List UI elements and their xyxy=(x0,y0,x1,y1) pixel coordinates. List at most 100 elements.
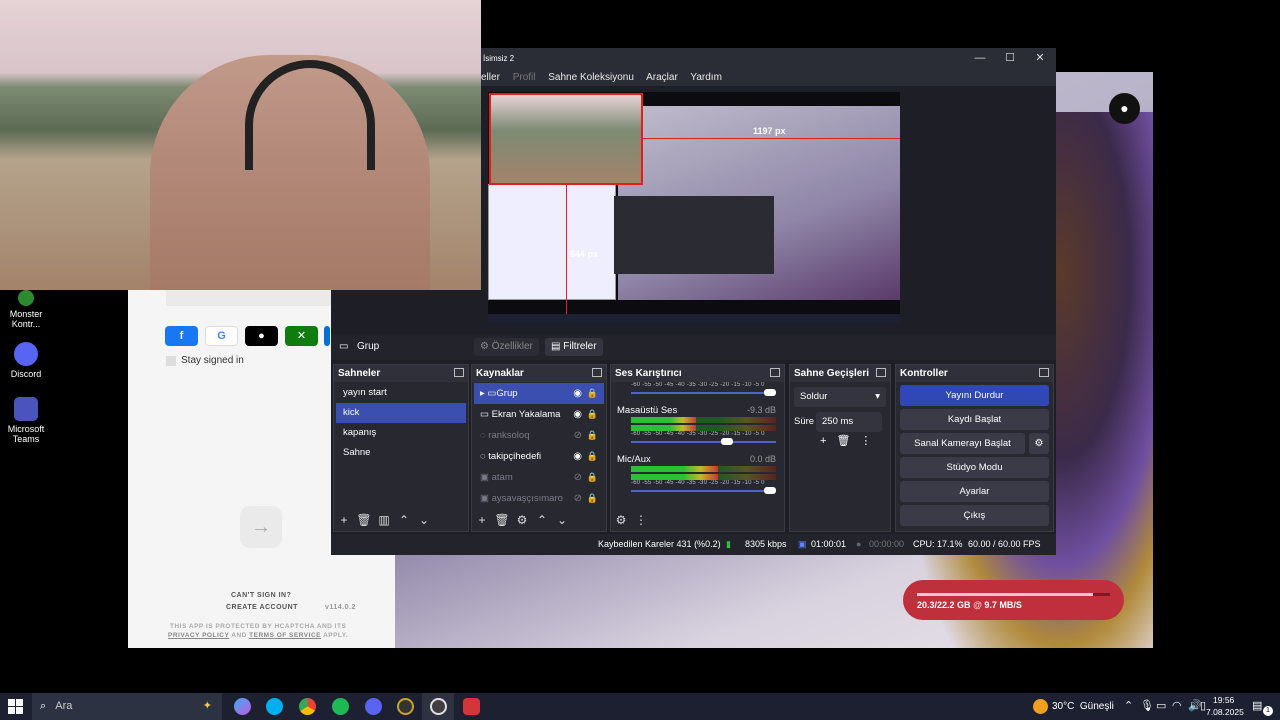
taskbar-search[interactable]: ⌕ Ara ✦ xyxy=(32,693,222,720)
properties-button[interactable]: ⚙ Özellikler xyxy=(474,338,539,356)
lock-icon[interactable]: 🔒 xyxy=(587,488,598,509)
lock-icon[interactable]: 🔒 xyxy=(587,425,598,446)
source-item[interactable]: ▣ aysavaşçısımaro ⊘ 🔒 xyxy=(474,488,604,509)
source-item[interactable]: ◌ takipçihedefi ◉ 🔒 xyxy=(474,446,604,467)
stay-signed-in-checkbox[interactable] xyxy=(166,356,176,366)
undock-icon[interactable] xyxy=(1039,368,1049,377)
volume-slider[interactable] xyxy=(631,388,776,398)
scene-item[interactable]: Sahne xyxy=(336,443,466,463)
duration-input[interactable]: 250 ms xyxy=(816,412,882,432)
create-account-link[interactable]: CREATE ACCOUNT xyxy=(226,604,298,611)
desktop-icon-monster[interactable]: Monster Kontr... xyxy=(4,290,48,329)
menu-item-scene-collection[interactable]: Sahne Koleksiyonu xyxy=(548,72,634,83)
app-icon[interactable] xyxy=(397,698,414,715)
lock-icon[interactable]: 🔒 xyxy=(587,383,598,404)
desktop-icon-discord[interactable]: Discord xyxy=(4,342,48,379)
move-down-icon[interactable]: ⌄ xyxy=(552,509,572,531)
preview-canvas[interactable]: 1197 px 644 px xyxy=(488,92,900,323)
undock-icon[interactable] xyxy=(454,368,464,377)
xbox-signin-button[interactable]: ✕ xyxy=(285,326,318,346)
volume-slider[interactable] xyxy=(631,486,776,496)
virtual-camera-settings-icon[interactable]: ⚙ xyxy=(1029,433,1049,454)
volume-knob[interactable] xyxy=(764,487,776,494)
trash-icon[interactable]: 🗑 xyxy=(354,509,374,531)
username-field[interactable] xyxy=(166,290,331,306)
menu-item-edit[interactable]: eller xyxy=(481,72,500,83)
source-item[interactable]: ▸ ▭Grup ◉ 🔒 xyxy=(474,383,604,404)
move-down-icon[interactable]: ⌄ xyxy=(414,509,434,531)
volume-knob[interactable] xyxy=(764,389,776,396)
lock-icon[interactable]: 🔒 xyxy=(587,467,598,488)
stop-streaming-button[interactable]: Yayını Durdur xyxy=(900,385,1049,406)
close-icon[interactable]: ✕ xyxy=(1025,48,1055,69)
riot-client-icon[interactable] xyxy=(463,698,480,715)
maximize-icon[interactable]: ☐ xyxy=(995,48,1025,69)
profile-icon[interactable]: ● xyxy=(1109,93,1140,124)
start-button[interactable] xyxy=(8,699,23,714)
scene-item[interactable]: kapanış xyxy=(336,423,466,443)
terms-link[interactable]: TERMS OF SERVICE xyxy=(249,632,321,639)
facebook-signin-button[interactable]: f xyxy=(165,326,198,346)
source-item[interactable]: ▣ atam ⊘ 🔒 xyxy=(474,467,604,488)
filters-button[interactable]: ▤ Filtreler xyxy=(545,338,603,356)
notification-icon[interactable]: ▤ xyxy=(1252,699,1262,712)
chrome-icon[interactable] xyxy=(299,698,316,715)
hidden-icon[interactable]: ⊘ xyxy=(574,488,582,509)
advanced-audio-icon[interactable]: ⚙ xyxy=(611,509,631,531)
source-item[interactable]: ◌ ranksoloq ⊘ 🔒 xyxy=(474,425,604,446)
trash-icon[interactable]: 🗑 xyxy=(492,509,512,531)
hidden-icon[interactable]: ⊘ xyxy=(574,467,582,488)
tray-chevron-icon[interactable]: ⌃ xyxy=(1124,699,1133,712)
privacy-policy-link[interactable]: PRIVACY POLICY xyxy=(168,632,229,639)
add-icon[interactable]: + xyxy=(334,509,354,531)
start-recording-button[interactable]: Kaydı Başlat xyxy=(900,409,1049,430)
hidden-icon[interactable]: ⊘ xyxy=(574,425,582,446)
trash-icon[interactable]: 🗑 xyxy=(836,435,850,447)
clock-time[interactable]: 19:56 xyxy=(1213,695,1234,705)
move-up-icon[interactable]: ⌃ xyxy=(394,509,414,531)
add-icon[interactable]: + xyxy=(820,435,826,447)
lock-icon[interactable]: 🔒 xyxy=(587,446,598,467)
google-signin-button[interactable]: G xyxy=(205,326,238,346)
visibility-icon[interactable]: ◉ xyxy=(573,383,582,404)
transition-select[interactable]: Soldur ▾ xyxy=(794,387,886,407)
scene-item[interactable]: kick xyxy=(336,403,466,423)
microphone-icon[interactable]: 🎙 xyxy=(1140,699,1154,712)
discord-icon[interactable] xyxy=(365,698,382,715)
undock-icon[interactable] xyxy=(592,368,602,377)
menu-item-help[interactable]: Yardım xyxy=(690,72,722,83)
copilot-icon[interactable] xyxy=(234,698,251,715)
undock-icon[interactable] xyxy=(770,368,780,377)
apple-signin-button[interactable]: ● xyxy=(245,326,278,346)
weather-label[interactable]: 30°C Güneşli xyxy=(1052,701,1114,712)
clock-date[interactable]: 7.08.2025 xyxy=(1206,707,1244,717)
volume-slider[interactable] xyxy=(631,437,776,447)
source-item[interactable]: ▭ Ekran Yakalama ◉ 🔒 xyxy=(474,404,604,425)
more-options-icon[interactable]: ⋮ xyxy=(631,509,651,531)
exit-button[interactable]: Çıkış xyxy=(900,505,1049,526)
minimize-icon[interactable]: — xyxy=(965,48,995,69)
menu-item-tools[interactable]: Araçlar xyxy=(646,72,678,83)
skype-icon[interactable] xyxy=(266,698,283,715)
playstation-signin-button[interactable] xyxy=(324,326,330,346)
undock-icon[interactable] xyxy=(876,368,886,377)
settings-button[interactable]: Ayarlar xyxy=(900,481,1049,502)
signin-arrow-button[interactable]: → xyxy=(240,506,282,548)
move-up-icon[interactable]: ⌃ xyxy=(532,509,552,531)
studio-mode-button[interactable]: Stüdyo Modu xyxy=(900,457,1049,478)
filter-icon[interactable]: ▥ xyxy=(374,509,394,531)
cant-sign-in-link[interactable]: CAN'T SIGN IN? xyxy=(231,592,291,599)
scene-item[interactable]: yayın start xyxy=(336,383,466,403)
lock-icon[interactable]: 🔒 xyxy=(587,404,598,425)
gear-icon[interactable]: ⚙ xyxy=(512,509,532,531)
start-virtual-camera-button[interactable]: Sanal Kamerayı Başlat xyxy=(900,433,1025,454)
volume-knob[interactable] xyxy=(720,438,733,445)
wifi-icon[interactable]: ◠ xyxy=(1172,699,1182,712)
tray-icon[interactable]: ▭ xyxy=(1156,699,1166,712)
visibility-icon[interactable]: ◉ xyxy=(573,446,582,467)
add-icon[interactable]: + xyxy=(472,509,492,531)
more-options-icon[interactable]: ⋮ xyxy=(860,435,871,447)
menu-item-profile[interactable]: Profil xyxy=(513,72,536,83)
visibility-icon[interactable]: ◉ xyxy=(573,404,582,425)
spotify-icon[interactable] xyxy=(332,698,349,715)
